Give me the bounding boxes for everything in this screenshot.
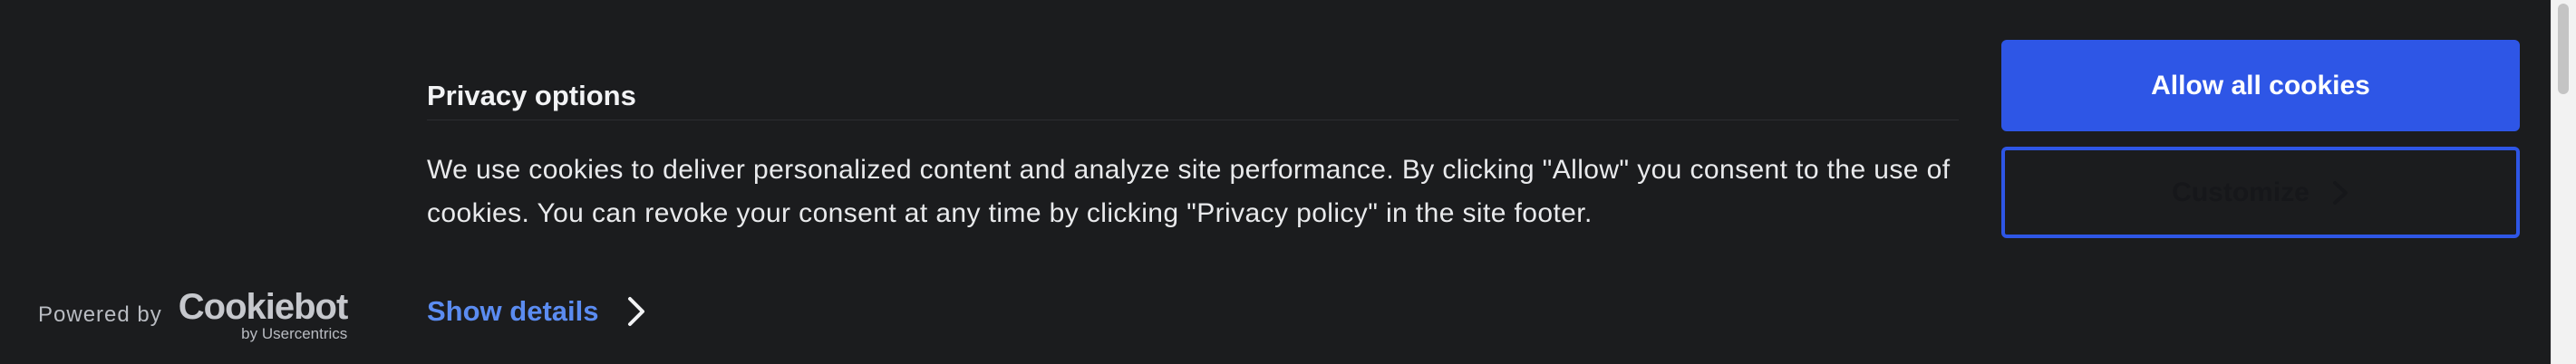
chevron-right-icon bbox=[2331, 179, 2349, 206]
cookiebot-logo[interactable]: Cookiebot by Usercentrics bbox=[178, 287, 349, 342]
customize-label: Customize bbox=[2172, 177, 2310, 207]
powered-by-label: Powered by bbox=[38, 302, 162, 327]
show-details-label: Show details bbox=[427, 295, 599, 327]
powered-by-branding[interactable]: Powered by Cookiebot by Usercentrics bbox=[38, 287, 349, 342]
vertical-scrollbar[interactable] bbox=[2551, 0, 2576, 364]
usercentrics-sub-label: by Usercentrics bbox=[241, 325, 348, 342]
chevron-right-icon bbox=[625, 295, 647, 328]
consent-content: Privacy options We use cookies to delive… bbox=[427, 0, 1959, 364]
allow-all-cookies-label: Allow all cookies bbox=[2151, 70, 2370, 101]
cookie-consent-banner: Powered by Cookiebot by Usercentrics Pri… bbox=[0, 0, 2576, 364]
allow-all-cookies-button[interactable]: Allow all cookies bbox=[2001, 40, 2520, 131]
customize-button[interactable]: Customize bbox=[2001, 147, 2520, 238]
show-details-link[interactable]: Show details bbox=[427, 295, 647, 328]
scrollbar-thumb[interactable] bbox=[2558, 4, 2569, 94]
consent-body-text: We use cookies to deliver personalized c… bbox=[427, 155, 1951, 228]
dialog-title: Privacy options bbox=[427, 80, 636, 111]
cookiebot-wordmark: Cookiebot bbox=[178, 287, 349, 327]
